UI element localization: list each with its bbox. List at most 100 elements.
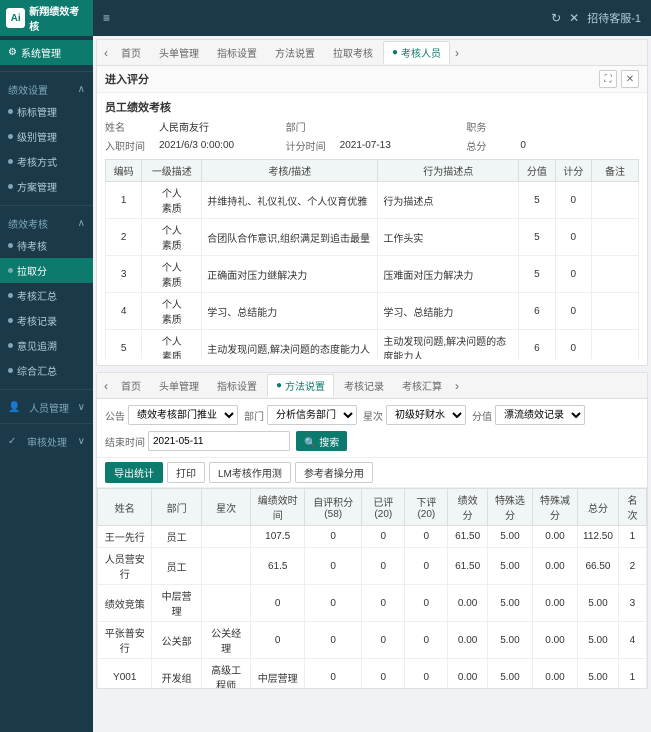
- divider-3: [0, 389, 93, 390]
- fullscreen-btn[interactable]: ⛶: [599, 70, 617, 88]
- sidebar-item-kpi-method[interactable]: 考核方式: [0, 149, 93, 174]
- sidebar-item-pending[interactable]: 待考核: [0, 233, 93, 258]
- tab-index-2[interactable]: 指标设置: [209, 375, 265, 396]
- cell-code: 2: [106, 219, 142, 256]
- table-row: 3 个人 素质 正确面对压力继解决力 压难面对压力解决力 5 0: [106, 256, 639, 293]
- cell-p2-deduct: 0.00: [532, 526, 577, 548]
- sidebar-item-record[interactable]: 考核记录: [0, 308, 93, 333]
- label-company: 公告: [105, 408, 125, 423]
- th-note: 备注: [592, 160, 639, 182]
- cell-kpi: 合团队合作意识,组织满足到追击最量: [202, 219, 378, 256]
- cell-behavior: 工作头实: [378, 219, 519, 256]
- panel1-table-container: 编码 一级描述 考核/描述 行为描述点 分值 计分 备注 1 个人 素质 并: [105, 159, 639, 359]
- export-btn[interactable]: 导出统计: [105, 462, 163, 483]
- tab-next-2[interactable]: ›: [452, 379, 462, 393]
- label-dept: 部门: [286, 119, 336, 134]
- table-row: 平张普安行 公关部 公关经理 0 0 0 0 0.00 5.00 0.00 5.…: [98, 622, 647, 659]
- close-icon[interactable]: ✕: [569, 11, 579, 25]
- menu-icon[interactable]: ≡: [103, 11, 110, 25]
- cell-p2-bonus: 5.00: [487, 526, 532, 548]
- cell-p2-dept: 员工: [152, 548, 201, 585]
- tab-home-2[interactable]: 首页: [113, 375, 149, 396]
- cell-p2-kpitime: 中层营理: [251, 659, 305, 689]
- tab-header-2[interactable]: 头单管理: [151, 375, 207, 396]
- print-btn[interactable]: 打印: [167, 462, 205, 483]
- panels-container: ‹ 首页 头单管理 指标设置 方法说置 拉取考核 ● 考核人员: [93, 36, 651, 732]
- cell-calc: 0: [555, 182, 591, 219]
- select-level[interactable]: 初级好财水: [386, 405, 466, 425]
- cell-code: 3: [106, 256, 142, 293]
- th-p2-rank: 名次: [618, 489, 646, 526]
- refresh-icon[interactable]: ↻: [551, 11, 561, 25]
- cell-p2-name: 人员营安行: [98, 548, 152, 585]
- sidebar-item-level-manage[interactable]: 级别管理: [0, 124, 93, 149]
- panel1-toolbar: 进入评分 ⛶ ✕: [97, 66, 647, 93]
- table-row: 绩效竞策 中层营理 0 0 0 0 0.00 5.00 0.00 5.00 3: [98, 585, 647, 622]
- section-title-kpi[interactable]: 绩效考核 ∧: [0, 212, 93, 233]
- cell-calc: 0: [555, 293, 591, 330]
- cell-p2-rank: 4: [618, 622, 646, 659]
- search-button[interactable]: 🔍 搜索: [296, 431, 347, 451]
- sidebar-item-summary[interactable]: 考核汇总: [0, 283, 93, 308]
- cell-p2-down: 0: [405, 526, 448, 548]
- sidebar-item-overall[interactable]: 综合汇总: [0, 358, 93, 383]
- tab-prev-2[interactable]: ‹: [101, 379, 111, 393]
- cell-p2-deduct: 0.00: [532, 548, 577, 585]
- tab-home-1[interactable]: 首页: [113, 42, 149, 63]
- sidebar-item-label-manage[interactable]: 标标管理: [0, 99, 93, 124]
- tab-header-1[interactable]: 头单管理: [151, 42, 207, 63]
- cell-behavior: 压难面对压力解决力: [378, 256, 519, 293]
- cell-level: 个人 素质: [142, 293, 202, 330]
- cell-p2-total: 5.00: [578, 622, 619, 659]
- cell-p2-deduct: 0.00: [532, 622, 577, 659]
- cell-p2-down: 0: [405, 548, 448, 585]
- select-dept[interactable]: 分析信务部门: [267, 405, 357, 425]
- select-company[interactable]: 绩效考核部门推业: [128, 405, 238, 425]
- chevron-down-icon: ∧: [78, 84, 85, 95]
- tab-prev-1[interactable]: ‹: [101, 46, 111, 60]
- input-date[interactable]: [148, 431, 290, 451]
- ref-score-btn[interactable]: 参考者操分用: [295, 462, 373, 483]
- close-btn[interactable]: ✕: [621, 70, 639, 88]
- cell-level: 个人 素质: [142, 330, 202, 360]
- cell-code: 1: [106, 182, 142, 219]
- sidebar-item-pull[interactable]: 拉取分: [0, 258, 93, 283]
- tab-method-2[interactable]: ● 方法说置: [267, 374, 334, 397]
- tab-index-1[interactable]: 指标设置: [209, 42, 265, 63]
- tab-pull-1[interactable]: 拉取考核: [325, 42, 381, 63]
- value-join-date: 2021/6/3 0:00:00: [159, 140, 234, 151]
- form-section-title: 员工绩效考核: [105, 99, 639, 115]
- sidebar-item-feedback[interactable]: 意见追溯: [0, 333, 93, 358]
- sidebar-item-plan[interactable]: 方案管理: [0, 174, 93, 199]
- cell-p2-bonus: 5.00: [487, 659, 532, 689]
- filter-dept: 部门 分析信务部门: [244, 405, 357, 425]
- section-title-settings[interactable]: 绩效设置 ∧: [0, 78, 93, 99]
- lm-review-btn[interactable]: LM考核作用测: [209, 462, 291, 483]
- select-period[interactable]: 漂流绩效记录: [495, 405, 585, 425]
- th-p2-deduct: 特殊减分: [532, 489, 577, 526]
- value-total: 0: [520, 140, 526, 151]
- tab-next-1[interactable]: ›: [452, 46, 462, 60]
- tab-personnel-1[interactable]: ● 考核人员: [383, 41, 450, 64]
- field-name: 姓名 人民南友行: [105, 119, 278, 134]
- active-dot: ●: [392, 47, 398, 58]
- cell-p2-down: 0: [405, 622, 448, 659]
- tab-record-2[interactable]: 考核记录: [336, 375, 392, 396]
- cell-p2-kpitime: 0: [251, 622, 305, 659]
- tab-method-1[interactable]: 方法说置: [267, 42, 323, 63]
- panel2-table: 姓名 部门 星次 编绩效时间 自评积分(58) 已评(20) 下评(20) 绩效…: [97, 488, 647, 688]
- section-title-people[interactable]: 👤 人员管理 ∨: [0, 396, 93, 417]
- divider-4: [0, 423, 93, 424]
- cell-p2-perf: 61.50: [448, 548, 488, 585]
- cell-p2-done: 0: [362, 585, 405, 622]
- panel-2: ‹ 首页 头单管理 指标设置 ● 方法说置 考核记录 考核汇算: [96, 372, 648, 689]
- label-join-date: 入职时间: [105, 138, 155, 153]
- divider-2: [0, 205, 93, 206]
- dot-icon: [8, 109, 13, 114]
- tab-summary-2[interactable]: 考核汇算: [394, 375, 450, 396]
- divider-1: [0, 71, 93, 72]
- sidebar-item-system[interactable]: ⚙ 系统管理: [0, 40, 93, 65]
- cell-p2-perf: 0.00: [448, 622, 488, 659]
- section-title-review[interactable]: ✓ 审核处理 ∨: [0, 430, 93, 451]
- active-dot-2: ●: [276, 380, 282, 391]
